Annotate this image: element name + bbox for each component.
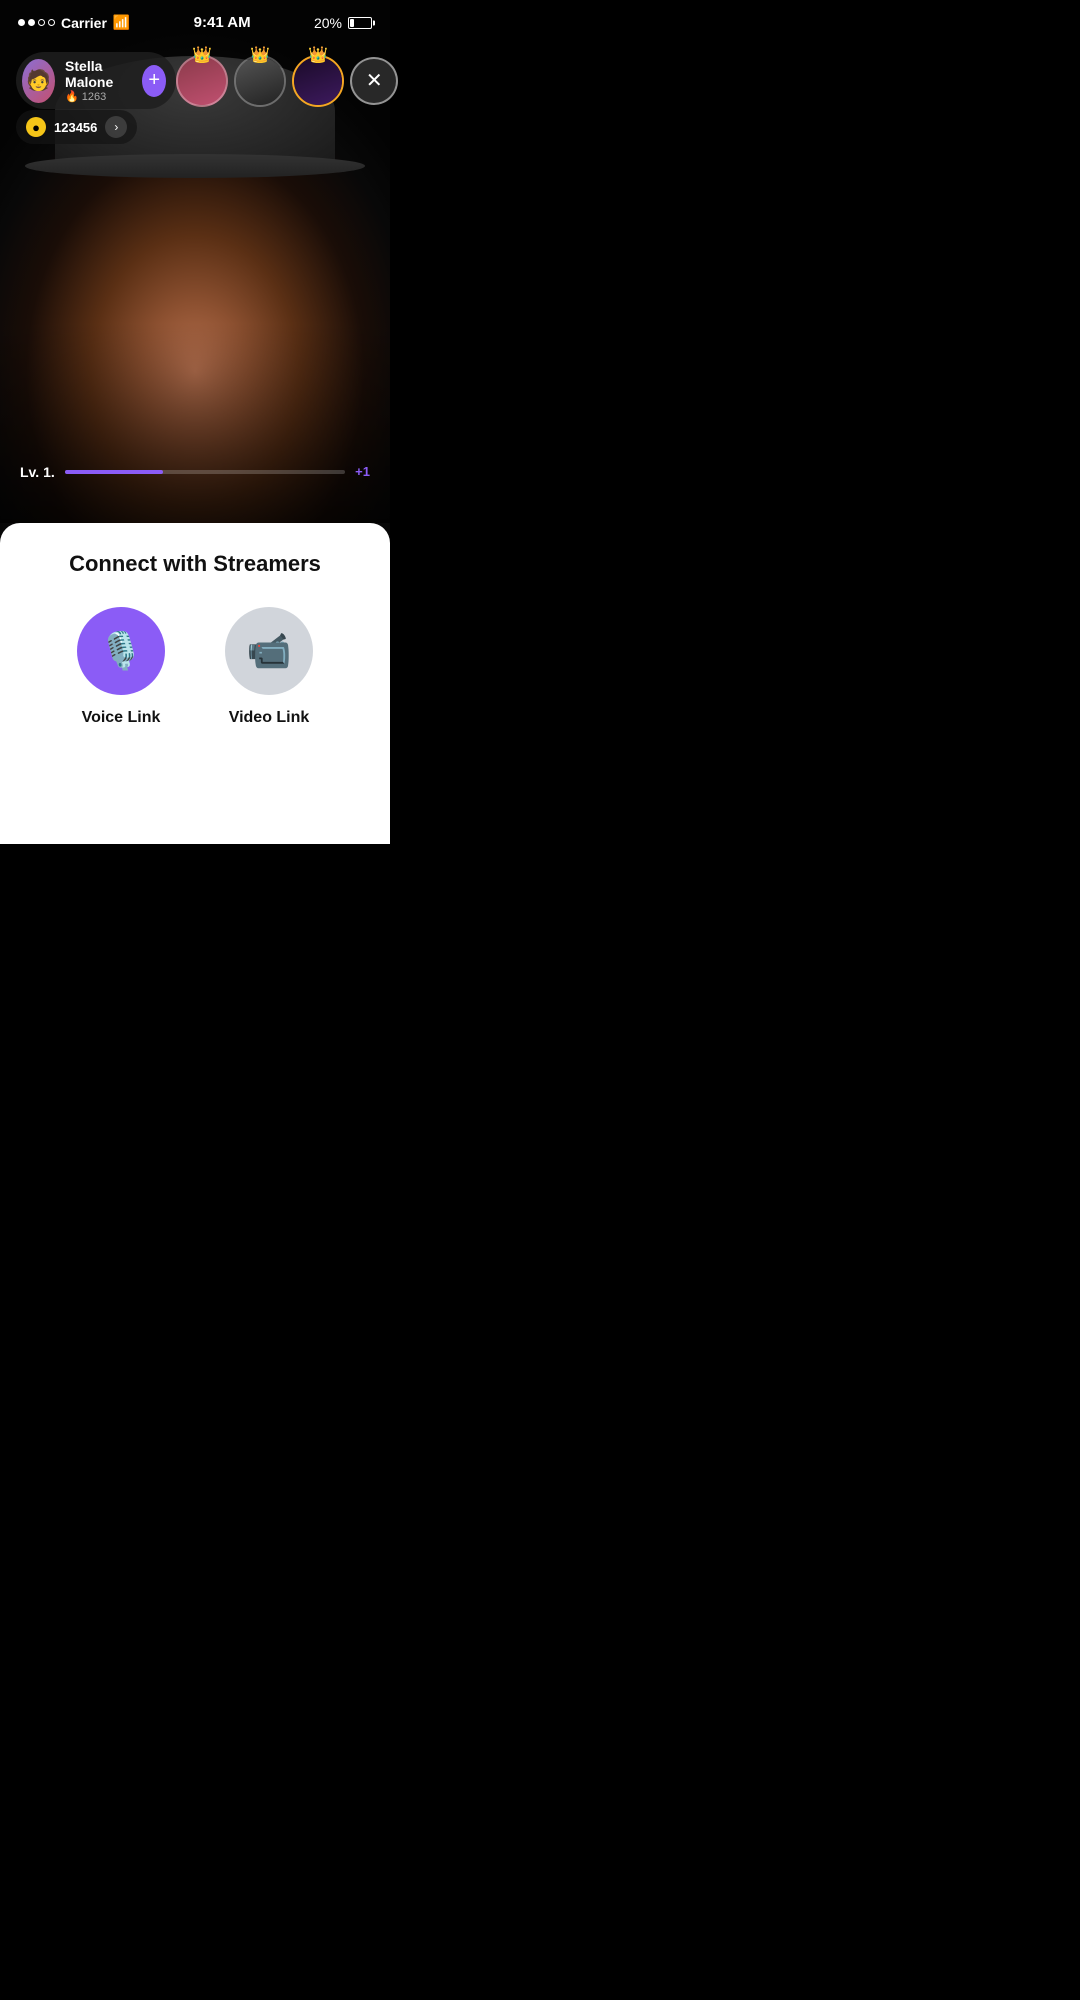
level-plus: +1 (355, 464, 370, 479)
coin-icon: ● (26, 117, 46, 137)
x-icon: ✕ (366, 68, 383, 93)
avatar-emoji: 🧑 (26, 68, 51, 93)
coin-emoji: ● (32, 120, 40, 135)
coin-amount: 123456 (54, 120, 97, 135)
coins-row[interactable]: ● 123456 › (16, 110, 137, 144)
voice-link-label: Voice Link (82, 709, 161, 727)
carrier-label: Carrier (61, 15, 107, 31)
video-link-label: Video Link (229, 709, 310, 727)
status-bar: Carrier 📶 9:41 AM 20% (0, 0, 390, 37)
voice-link-option[interactable]: 🎙️ Voice Link (77, 607, 165, 727)
avatar: 🧑 (22, 59, 55, 103)
hat-brim (25, 154, 365, 178)
signal-dot-1 (18, 19, 25, 26)
profile-name: Stella Malone (65, 58, 132, 90)
top-overlay: 🧑 Stella Malone 🔥 1263 + 👑 👑 � (0, 44, 390, 117)
coin-arrow-button[interactable]: › (105, 116, 127, 138)
battery-icon (348, 17, 372, 29)
video-link-option[interactable]: 📹 Video Link (225, 607, 313, 727)
status-right: 20% (314, 15, 372, 31)
level-track (65, 470, 345, 474)
level-fill (65, 470, 163, 474)
level-label: Lv. 1. (20, 464, 55, 480)
profile-info: Stella Malone 🔥 1263 (65, 58, 132, 103)
microphone-icon: 🎙️ (99, 630, 144, 672)
add-button[interactable]: + (142, 65, 166, 97)
voice-link-circle: 🎙️ (77, 607, 165, 695)
connect-options: 🎙️ Voice Link 📹 Video Link (20, 607, 370, 727)
chevron-right-icon: › (114, 120, 118, 134)
list-item[interactable]: 👑 (234, 55, 286, 107)
clock: 9:41 AM (194, 14, 251, 31)
signal-dot-4 (48, 19, 55, 26)
profile-card: 🧑 Stella Malone 🔥 1263 + (16, 52, 176, 109)
bottom-sheet: Connect with Streamers 🎙️ Voice Link 📹 V… (0, 523, 390, 844)
video-fade (0, 323, 390, 523)
wifi-icon: 📶 (113, 14, 130, 31)
signal-dots (18, 19, 55, 26)
sheet-title: Connect with Streamers (69, 551, 321, 577)
battery-fill (350, 19, 354, 27)
flame-icon: 🔥 (65, 90, 79, 103)
plus-icon: + (148, 69, 160, 92)
level-bar-area: Lv. 1. +1 (0, 454, 390, 490)
profile-stats: 🔥 1263 (65, 90, 132, 103)
crown-icon: 👑 (192, 45, 212, 65)
flame-count: 1263 (82, 91, 106, 103)
avatar-row: 👑 👑 👑 ✕ (176, 55, 398, 107)
signal-dot-3 (38, 19, 45, 26)
close-button[interactable]: ✕ (350, 57, 398, 105)
crown-icon-3: 👑 (308, 45, 328, 65)
video-link-circle: 📹 (225, 607, 313, 695)
video-icon: 📹 (247, 630, 292, 672)
crown-icon-2: 👑 (250, 45, 270, 65)
status-left: Carrier 📶 (18, 14, 130, 31)
signal-dot-2 (28, 19, 35, 26)
battery-percentage: 20% (314, 15, 342, 31)
list-item[interactable]: 👑 (176, 55, 228, 107)
list-item[interactable]: 👑 (292, 55, 344, 107)
